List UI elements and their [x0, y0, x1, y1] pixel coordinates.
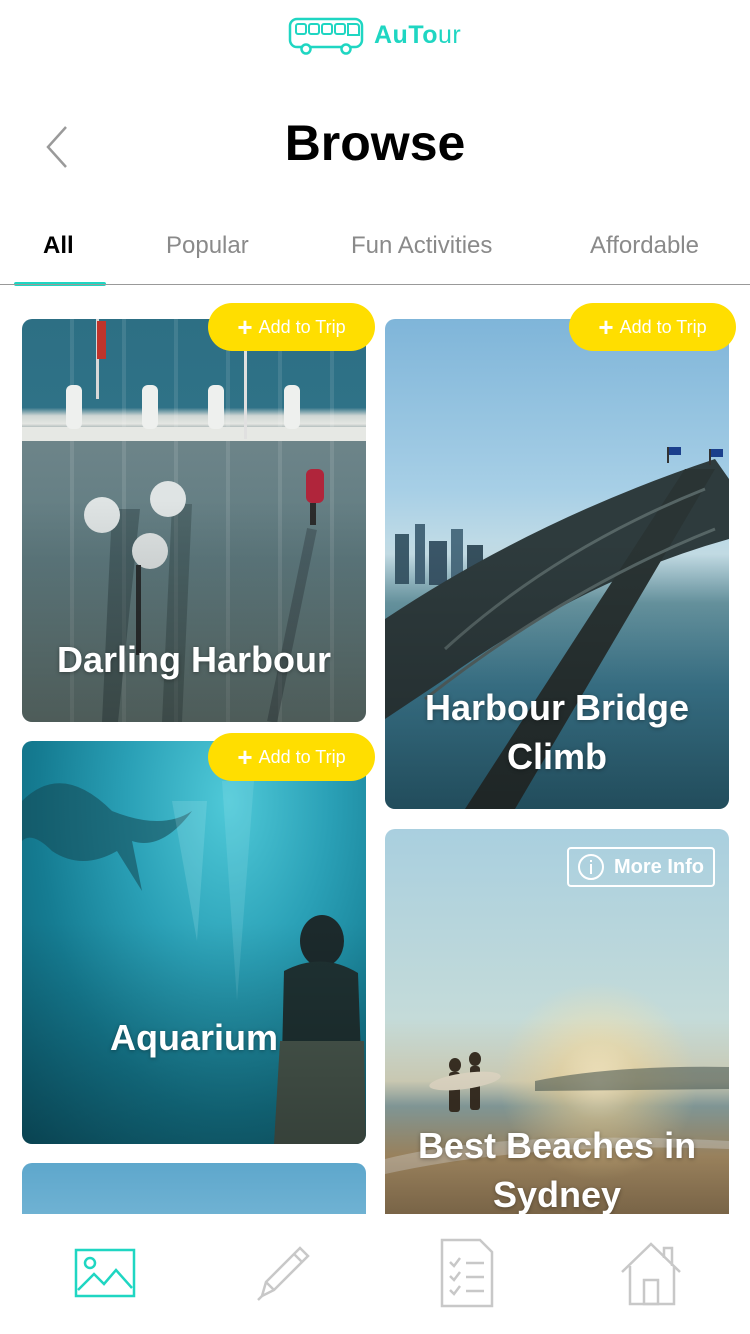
nav-item-edit[interactable]	[248, 1238, 318, 1308]
nav-item-gallery[interactable]	[70, 1238, 140, 1308]
card-title: Best Beaches in Sydney	[417, 1125, 697, 1214]
card-title: Harbour Bridge Climb	[424, 687, 690, 777]
page-title: Browse	[284, 115, 466, 171]
app-name-light: ur	[438, 21, 462, 49]
card-title: Aquarium	[109, 1017, 278, 1058]
add-to-trip-button[interactable]: + Add to Trip	[569, 303, 736, 351]
app-logo: AuTour	[288, 14, 468, 58]
tabs-divider	[0, 284, 750, 285]
tab-affordable[interactable]: Affordable	[590, 232, 699, 260]
more-info-label: More Info	[614, 855, 704, 878]
attractions-grid: Darling Harbour + Add to Trip Harbour Br…	[0, 290, 750, 1214]
add-to-trip-button[interactable]: + Add to Trip	[208, 733, 375, 781]
app-name-bold: AuTo	[374, 21, 439, 49]
plus-icon: +	[598, 312, 614, 342]
add-to-trip-label: Add to Trip	[619, 316, 707, 337]
add-to-trip-label: Add to Trip	[258, 316, 346, 337]
add-to-trip-button[interactable]: + Add to Trip	[208, 303, 375, 351]
plus-icon: +	[237, 312, 253, 342]
card-best-beaches[interactable]: More Info Best Beaches in Sydney	[385, 829, 729, 1214]
card-title: Darling Harbour	[56, 639, 332, 680]
category-tabs: All Popular Fun Activities Affordable	[0, 224, 750, 286]
tab-popular[interactable]: Popular	[166, 232, 249, 260]
tab-fun-activities[interactable]: Fun Activities	[351, 232, 492, 260]
card-partial[interactable]	[22, 1163, 366, 1214]
app-name: AuTour	[374, 21, 461, 50]
pencil-icon	[257, 1246, 310, 1301]
tab-all[interactable]: All	[43, 232, 74, 260]
checklist-icon	[440, 1238, 494, 1308]
nav-item-checklist[interactable]	[432, 1238, 502, 1308]
home-icon	[621, 1242, 681, 1306]
image-icon	[74, 1248, 136, 1298]
card-harbour-bridge-climb[interactable]: Harbour Bridge Climb	[385, 319, 729, 809]
bottom-nav	[0, 1214, 750, 1334]
more-info-button[interactable]: More Info	[567, 847, 715, 887]
card-shade	[22, 741, 366, 1144]
partial-card-image	[22, 1163, 366, 1214]
add-to-trip-label: Add to Trip	[258, 746, 346, 767]
card-aquarium[interactable]: Aquarium	[22, 741, 366, 1144]
card-darling-harbour[interactable]: Darling Harbour	[22, 319, 366, 722]
bus-icon	[288, 17, 364, 55]
plus-icon: +	[237, 742, 253, 772]
nav-item-home[interactable]	[618, 1238, 688, 1308]
info-icon	[578, 854, 604, 880]
